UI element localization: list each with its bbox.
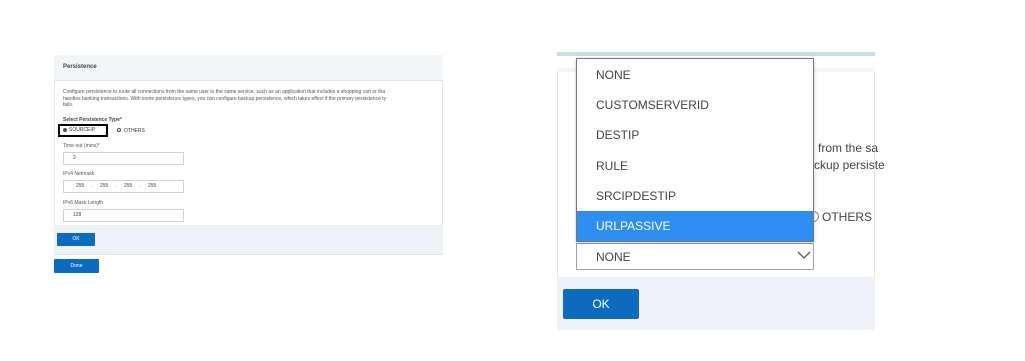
others-radio-label: OTHERS xyxy=(124,128,145,134)
ok-button[interactable]: OK xyxy=(57,233,95,246)
top-accent-bar xyxy=(557,52,875,56)
timeout-label: Time-out (mins)* xyxy=(63,143,100,149)
octet-separator: . xyxy=(91,183,93,189)
others-radio[interactable] xyxy=(117,128,121,132)
dropdown-option-destip[interactable]: DESTIP xyxy=(577,120,813,150)
persistence-panel-header xyxy=(54,55,443,81)
persistence-type-select-value: NONE xyxy=(596,250,631,264)
ipv6-mask-length-label: IPv6 Mask Length xyxy=(63,200,104,206)
octet-separator: . xyxy=(139,183,141,189)
ipv4-octet-3: 255 xyxy=(124,183,133,189)
ipv4-octet-1: 255 xyxy=(76,183,85,189)
dropdown-option-urlpassive[interactable]: URLPASSIVE xyxy=(577,211,813,241)
octet-separator: . xyxy=(115,183,117,189)
panel-footer xyxy=(54,225,443,254)
ipv6-mask-length-input[interactable]: 128 xyxy=(63,209,184,222)
persistence-type-dropdown: NONE CUSTOMSERVERID DESTIP RULE SRCIPDES… xyxy=(576,58,814,242)
section-title: Persistence xyxy=(63,64,97,70)
sourceip-radio-label: SOURCEIP xyxy=(69,127,96,133)
ipv4-netmask-label: IPv4 Netmask xyxy=(63,171,95,177)
sourceip-radio[interactable] xyxy=(63,128,67,132)
ok-button-zoomed[interactable]: OK xyxy=(563,289,639,319)
description-fragment-2: ckup persiste xyxy=(814,158,885,172)
description-fragment-1: from the sa xyxy=(818,141,879,155)
dropdown-option-srcipdestip[interactable]: SRCIPDESTIP xyxy=(577,181,813,211)
persistence-description: Configure persistence to route all conne… xyxy=(63,89,387,108)
ipv4-octet-4: 255 xyxy=(148,183,157,189)
dropdown-option-customserverid[interactable]: CUSTOMSERVERID xyxy=(577,90,813,120)
select-persistence-type-label: Select Persistence Type* xyxy=(63,117,122,123)
chevron-down-icon[interactable] xyxy=(797,250,811,260)
dropdown-option-rule[interactable]: RULE xyxy=(577,151,813,181)
done-button[interactable]: Done xyxy=(54,259,99,273)
dropdown-option-none[interactable]: NONE xyxy=(577,60,813,90)
others-radio-label-zoomed: OTHERS xyxy=(822,210,873,224)
timeout-input[interactable]: 2 xyxy=(63,152,184,165)
ipv4-netmask-input[interactable]: 255 . 255 . 255 . 255 xyxy=(63,180,184,193)
ipv4-octet-2: 255 xyxy=(100,183,109,189)
